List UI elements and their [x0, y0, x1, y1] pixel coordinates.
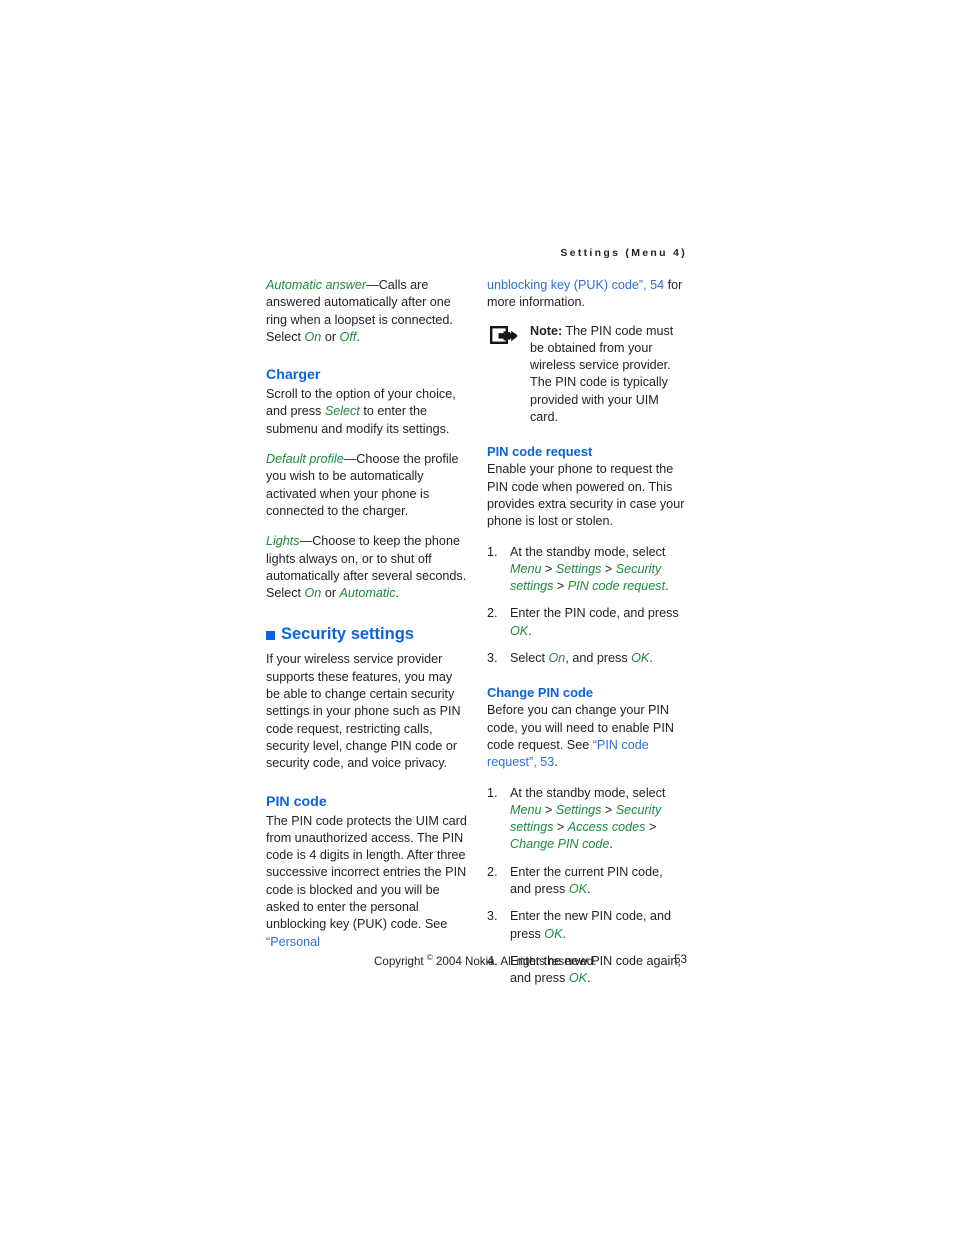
note-label: Note: [530, 323, 563, 338]
note-body-text: The PIN code must be obtained from your … [530, 323, 674, 425]
step-text: At the standby mode, select [510, 785, 666, 800]
running-header: Settings (Menu 4) [560, 247, 687, 259]
link-personal-unblocking-key[interactable]: “Personal [266, 935, 320, 949]
paragraph-default-profile: Default profile—Choose the profile you w… [266, 451, 467, 520]
softkey-ok: OK [568, 971, 588, 986]
note-block: Note: The PIN code must be obtained from… [489, 323, 687, 427]
heading-charger: Charger [266, 367, 321, 384]
paragraph-automatic-answer: Automatic answer—Calls are answered auto… [266, 277, 467, 346]
left-column: Automatic answer—Calls are answered auto… [266, 277, 467, 964]
menu-path-menu: Menu [510, 561, 542, 576]
option-off: Off [339, 329, 357, 344]
automatic-answer-text-3: . [356, 329, 360, 344]
step-text: At the standby mode, select [510, 544, 666, 559]
note-text: Note: The PIN code must be obtained from… [530, 323, 687, 427]
list-item: At the standby mode, select Menu > Setti… [487, 785, 666, 852]
list-item: At the standby mode, select Menu > Setti… [487, 544, 669, 594]
softkey-select: Select [324, 404, 360, 419]
step-suffix: . [528, 623, 532, 638]
steps-pin-code-request: At the standby mode, select Menu > Setti… [487, 544, 687, 668]
link-unblocking-key-puk-code-54[interactable]: unblocking key (PUK) code”, 54 [487, 278, 664, 292]
heading-security-settings: Security settings [266, 624, 467, 644]
paragraph-pin-code-request-body: Enable your phone to request the PIN cod… [487, 462, 685, 529]
heading-pin-code-request: PIN code request [487, 444, 593, 460]
menu-path-access-codes: Access codes [567, 820, 646, 835]
step-suffix: . [587, 971, 591, 986]
step-suffix: . [562, 926, 567, 941]
softkey-ok: OK [568, 882, 588, 897]
option-on: On [304, 586, 322, 601]
list-item: Enter the current PIN code, and press OK… [487, 864, 687, 899]
right-column: unblocking key (PUK) code”, 54 for more … [487, 277, 687, 994]
paragraph-lights: Lights—Choose to keep the phone lights a… [266, 533, 467, 602]
heading-pin-code: PIN code [266, 793, 327, 810]
term-lights: Lights [266, 534, 300, 549]
pin-code-body-text: The PIN code protects the UIM card from … [266, 813, 467, 932]
page-number: 53 [674, 953, 687, 966]
list-item: Enter the new PIN code, and press OK. [487, 908, 687, 943]
heading-security-settings-label: Security settings [281, 625, 414, 644]
step-suffix: . [649, 651, 653, 666]
copyright-pre: Copyright [374, 954, 427, 968]
softkey-ok: OK [544, 926, 563, 941]
menu-path-menu: Menu [510, 802, 542, 817]
menu-path-change-pin-code: Change PIN code [510, 837, 610, 852]
list-item: Select On, and press OK. [487, 650, 687, 668]
square-bullet-icon [266, 630, 275, 640]
note-hand-pointer-icon [490, 325, 518, 344]
step-suffix: . [587, 882, 591, 897]
term-default-profile: Default profile [266, 452, 344, 467]
heading-change-pin-code: Change PIN code [487, 685, 594, 701]
lights-text-2: or [321, 586, 340, 601]
lights-text-3: . [395, 586, 400, 601]
term-automatic-answer: Automatic answer [266, 278, 367, 292]
step-suffix: . [665, 579, 669, 594]
copyright-notice: Copyright © 2004 Nokia. All rights reser… [374, 953, 596, 968]
step-text: Enter the new PIN code, and press [510, 909, 672, 941]
menu-path-settings: Settings [555, 802, 602, 817]
list-item: Enter the PIN code, and press OK. [487, 605, 687, 640]
paragraph-pin-code-body: The PIN code protects the UIM card from … [266, 813, 467, 951]
paragraph-continuation: unblocking key (PUK) code”, 54 for more … [487, 277, 687, 312]
paragraph-security-settings-body: If your wireless service provider suppor… [266, 652, 461, 771]
menu-path-pin-code-request: PIN code request [567, 579, 666, 594]
paragraph-change-pin-code-body: Before you can change your PIN code, you… [487, 702, 687, 771]
document-page: Settings (Menu 4) Automatic answer—Calls… [0, 0, 954, 1235]
change-pin-code-text-2: . [554, 755, 558, 770]
option-on: On [304, 329, 322, 344]
copyright-post: 2004 Nokia. All rights reserved. [432, 954, 597, 968]
step-middle: , and press [565, 651, 632, 666]
paragraph-charger-intro: Scroll to the option of your choice, and… [266, 386, 467, 438]
step-text: Select [510, 651, 549, 666]
option-on: On [548, 651, 566, 666]
softkey-ok: OK [510, 623, 529, 638]
step-text: Enter the PIN code, and press [510, 606, 679, 621]
softkey-ok: OK [631, 651, 650, 666]
menu-path-settings: Settings [555, 561, 602, 576]
option-automatic: Automatic [339, 586, 396, 601]
step-suffix: . [609, 837, 613, 852]
automatic-answer-text-2: or [321, 329, 340, 344]
